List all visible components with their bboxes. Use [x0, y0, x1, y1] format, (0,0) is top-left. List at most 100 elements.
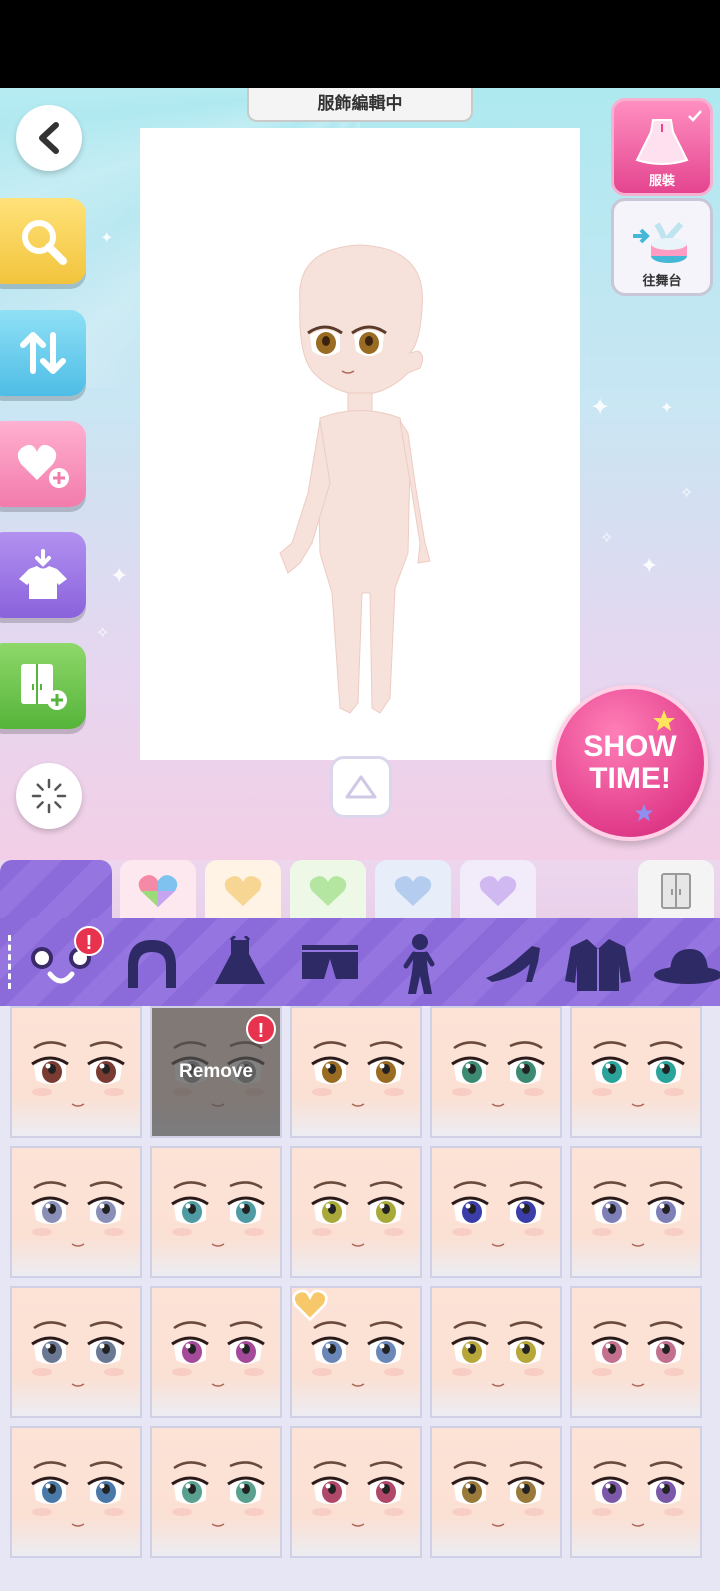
- triangle-up-icon: [345, 775, 377, 799]
- shorts-icon: [302, 945, 358, 979]
- sparkle-icon: ✦: [590, 394, 611, 421]
- category-outerwear[interactable]: [562, 930, 634, 998]
- face-preview: [31, 1181, 125, 1247]
- alert-badge: !: [74, 926, 104, 956]
- face-item[interactable]: [570, 1146, 702, 1278]
- face-item[interactable]: [430, 1006, 562, 1138]
- face-preview: [451, 1181, 545, 1247]
- face-item[interactable]: [150, 1286, 282, 1418]
- sparkle-icon: ✦: [640, 553, 659, 578]
- sparkle-icon: ✦: [660, 400, 674, 417]
- tab-green[interactable]: [290, 860, 366, 922]
- face-preview: [31, 1321, 125, 1387]
- face-preview: [451, 1041, 545, 1107]
- face-preview: [171, 1461, 265, 1527]
- face-item[interactable]: [10, 1146, 142, 1278]
- check-icon: [688, 110, 702, 122]
- sort-icon: [20, 332, 66, 374]
- face-item[interactable]: [430, 1146, 562, 1278]
- tab-yellow[interactable]: [205, 860, 281, 922]
- sparkle-icon: ✧: [96, 625, 110, 642]
- face-item[interactable]: Remove!: [150, 1006, 282, 1138]
- showtime-button[interactable]: SHOW TIME!: [552, 685, 708, 841]
- sort-button[interactable]: [0, 310, 86, 396]
- face-preview: [31, 1461, 125, 1527]
- search-icon: [22, 220, 67, 265]
- blue-heart-icon: [394, 876, 432, 906]
- face-item[interactable]: [290, 1146, 422, 1278]
- character-figure: [279, 244, 431, 714]
- face-item[interactable]: [570, 1286, 702, 1418]
- category-face[interactable]: !: [26, 926, 104, 998]
- tab-to-stage[interactable]: 往舞台: [611, 198, 713, 296]
- showtime-label: SHOW TIME!: [583, 730, 677, 795]
- face-preview: [591, 1461, 685, 1527]
- loading-button[interactable]: [16, 763, 82, 829]
- tab-wardrobe[interactable]: [638, 860, 714, 922]
- face-item[interactable]: [150, 1426, 282, 1558]
- tab-purple[interactable]: [460, 860, 536, 922]
- shirt-download-icon: [19, 549, 67, 599]
- category-hair[interactable]: [116, 930, 188, 998]
- yellow-heart-icon: [224, 876, 262, 906]
- face-preview: [591, 1321, 685, 1387]
- alert-badge: !: [246, 1014, 276, 1044]
- heel-shoe-icon: [486, 946, 540, 982]
- tab-costume-label: 服裝: [648, 173, 675, 188]
- tab-all[interactable]: [0, 860, 112, 922]
- category-pose[interactable]: [384, 930, 456, 998]
- sparkle-icon: ✧: [680, 485, 694, 502]
- sparkle-icon: ✦: [100, 230, 114, 247]
- dress-icon: [215, 936, 265, 984]
- heart-add-icon: [17, 444, 69, 488]
- divider: [8, 935, 13, 989]
- jacket-icon: [565, 939, 631, 991]
- tab-costume[interactable]: 服裝: [611, 98, 713, 196]
- face-item[interactable]: [570, 1006, 702, 1138]
- face-item[interactable]: [10, 1006, 142, 1138]
- face-preview: [171, 1181, 265, 1247]
- expand-button[interactable]: [330, 756, 392, 818]
- tab-blue[interactable]: [375, 860, 451, 922]
- favorite-add-button[interactable]: [0, 421, 86, 507]
- star-icon: [634, 803, 654, 822]
- sparkle-icon: ✦: [110, 563, 129, 588]
- face-item[interactable]: [570, 1426, 702, 1558]
- wardrobe-add-button[interactable]: [0, 643, 86, 729]
- face-item[interactable]: [430, 1426, 562, 1558]
- face-preview: [311, 1181, 405, 1247]
- tab-multicolor[interactable]: [120, 860, 196, 922]
- category-dress[interactable]: [204, 930, 276, 998]
- face-item[interactable]: [150, 1146, 282, 1278]
- chevron-left-icon: [39, 122, 59, 154]
- face-preview: [171, 1321, 265, 1387]
- face-item[interactable]: [10, 1426, 142, 1558]
- stage-icon: [633, 221, 687, 263]
- face-item[interactable]: [290, 1426, 422, 1558]
- face-item[interactable]: [10, 1286, 142, 1418]
- outfit-download-button[interactable]: [0, 532, 86, 618]
- face-item[interactable]: [290, 1006, 422, 1138]
- purple-heart-icon: [479, 876, 517, 906]
- favorite-heart-icon: [292, 1289, 328, 1322]
- face-item[interactable]: [430, 1286, 562, 1418]
- category-hat[interactable]: [652, 930, 720, 998]
- star-icon: [653, 710, 675, 731]
- dress-icon: [635, 119, 689, 165]
- category-bottoms[interactable]: [294, 930, 366, 998]
- wardrobe-icon: [661, 873, 691, 909]
- search-button[interactable]: [0, 198, 86, 284]
- multicolor-heart-icon: [138, 875, 178, 907]
- face-preview: [31, 1041, 125, 1107]
- face-item[interactable]: [290, 1286, 422, 1418]
- green-heart-icon: [309, 876, 347, 906]
- stage-area: ✦ ✦ ✦ ✦ ✦ ✧ ✧ ✧ 服飾編輯中 服裝 往舞台 SHOW TIME!: [0, 88, 720, 860]
- back-button[interactable]: [16, 105, 82, 171]
- face-preview: [311, 1041, 405, 1107]
- sparkle-icon: ✧: [600, 530, 614, 547]
- hair-icon: [128, 940, 176, 988]
- face-preview: [451, 1461, 545, 1527]
- category-shoes[interactable]: [478, 930, 550, 998]
- pose-icon: [403, 934, 435, 994]
- tab-to-stage-label: 往舞台: [642, 273, 682, 288]
